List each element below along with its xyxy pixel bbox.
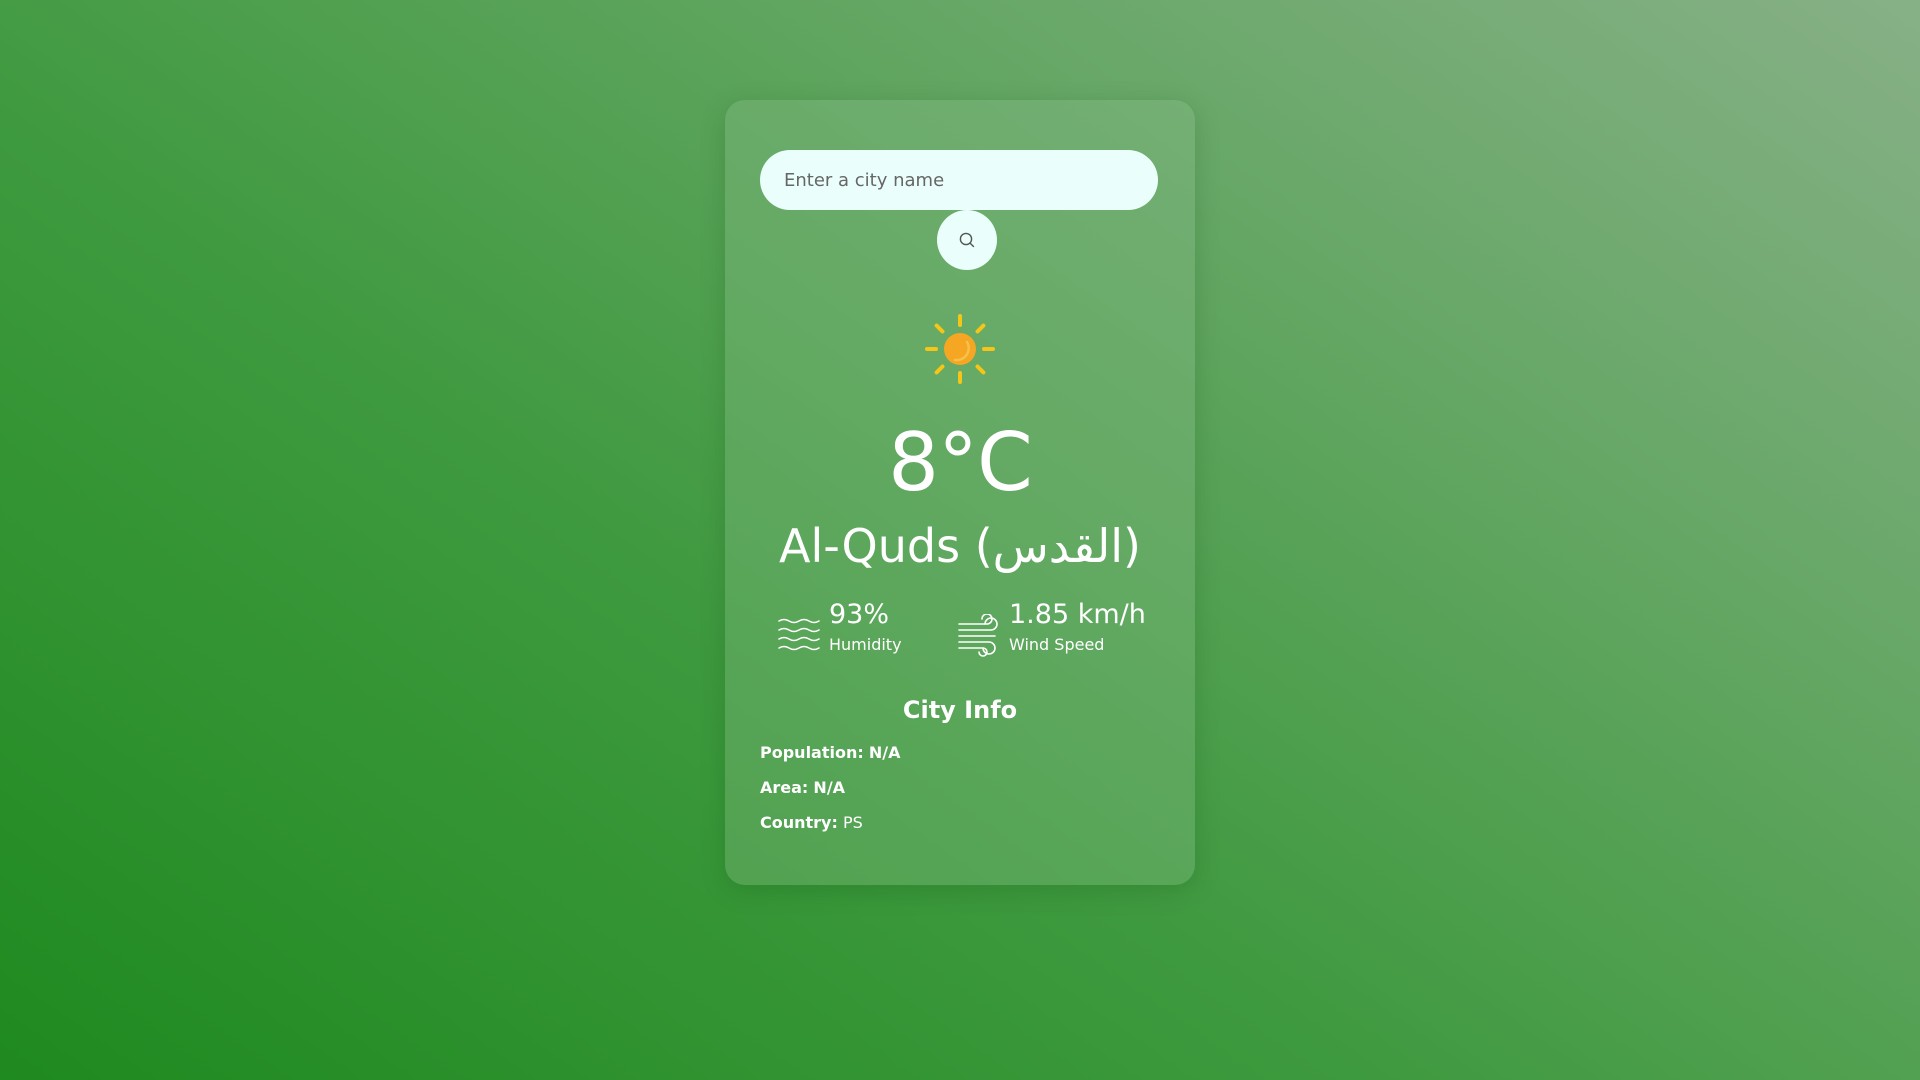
city-info-title: City Info: [902, 696, 1018, 724]
sun-icon: [925, 314, 995, 384]
wind-label: Wind Speed: [1009, 635, 1105, 654]
search-button[interactable]: [937, 210, 997, 270]
population-value: N/A: [868, 743, 901, 762]
population-label: Population:: [760, 743, 864, 762]
country-row: Country: PS: [760, 812, 863, 834]
wind-text: 1.85 km/h Wind Speed: [1009, 598, 1146, 656]
area-value: N/A: [813, 778, 846, 797]
temperature: 8°C: [888, 416, 1033, 509]
country-label: Country:: [760, 813, 838, 832]
humidity-text: 93% Humidity: [829, 598, 902, 656]
wind-detail: 1.85 km/h Wind Speed: [957, 598, 1146, 658]
humidity-waves-icon: [778, 618, 820, 651]
search-icon: [959, 232, 975, 248]
wind-value: 1.85 km/h: [1009, 599, 1146, 630]
area-row: Area: N/A: [760, 777, 845, 799]
humidity-label: Humidity: [829, 635, 902, 654]
population-row: Population: N/A: [760, 742, 900, 764]
humidity-value: 93%: [829, 599, 890, 630]
city-search-input[interactable]: [760, 150, 1158, 210]
humidity-detail: 93% Humidity: [777, 598, 902, 658]
wind-icon: [958, 614, 998, 657]
country-value: PS: [842, 813, 863, 832]
area-label: Area:: [760, 778, 809, 797]
city-name: Al-Quds (القدس): [779, 519, 1141, 573]
weather-card: 8°C Al-Quds (القدس) 93% Humidity: [725, 100, 1195, 885]
